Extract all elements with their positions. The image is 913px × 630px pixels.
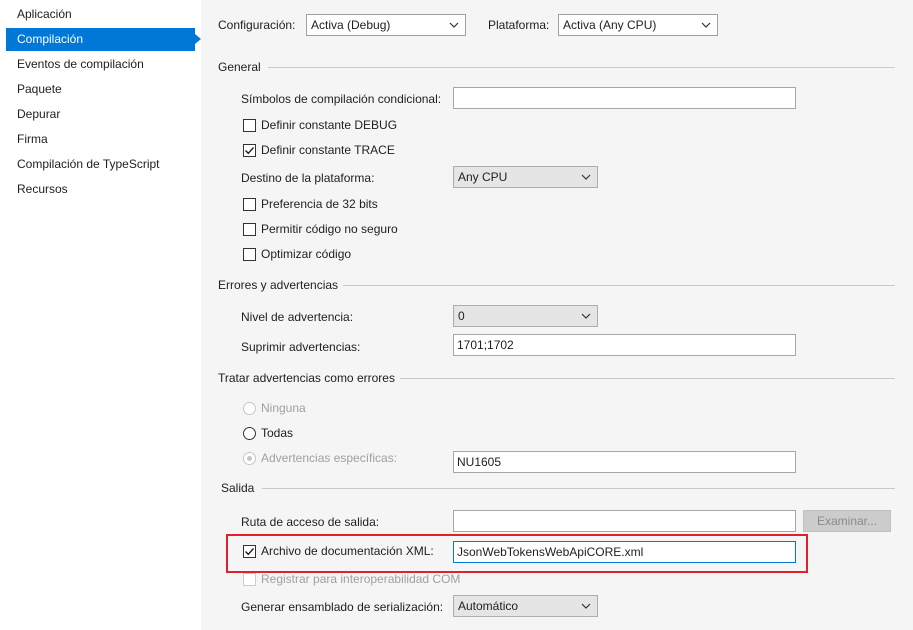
output-path-label: Ruta de acceso de salida: <box>241 515 380 529</box>
platform-label: Plataforma: <box>488 18 550 32</box>
none-radio[interactable] <box>243 402 256 415</box>
platform-value: Activa (Any CPU) <box>563 18 657 32</box>
section-output-title: Salida <box>221 481 255 495</box>
configuration-dropdown[interactable]: Activa (Debug) <box>306 14 466 36</box>
platform-target-dropdown[interactable]: Any CPU <box>453 166 598 188</box>
optimize-checkbox-label[interactable]: Optimizar código <box>261 246 351 262</box>
xml-doc-input[interactable]: JsonWebTokensWebApiCORE.xml <box>453 541 796 563</box>
suppress-warnings-label: Suprimir advertencias: <box>241 340 361 354</box>
section-divider <box>400 378 895 379</box>
sidebar-item-compilacion[interactable]: Compilación <box>6 28 201 51</box>
serialization-dropdown[interactable]: Automático <box>453 595 598 617</box>
sidebar-item-firma[interactable]: Firma <box>6 128 195 151</box>
xml-doc-label[interactable]: Archivo de documentación XML: <box>261 543 434 559</box>
sidebar: Aplicación Compilación Eventos de compil… <box>0 0 201 630</box>
serialization-value: Automático <box>458 599 519 613</box>
specific-warnings-label[interactable]: Advertencias específicas: <box>261 450 397 466</box>
sidebar-item-depurar[interactable]: Depurar <box>6 103 195 126</box>
prefer32-checkbox[interactable] <box>243 198 256 211</box>
section-general-title: General <box>218 60 261 74</box>
chevron-down-icon <box>701 22 711 28</box>
radio-dot-icon <box>247 456 252 461</box>
trace-checkbox-label[interactable]: Definir constante TRACE <box>261 142 395 158</box>
build-settings-panel: Configuración: Activa (Debug) Plataforma… <box>201 0 913 630</box>
prefer32-checkbox-label[interactable]: Preferencia de 32 bits <box>261 196 378 212</box>
checkmark-icon <box>245 147 255 155</box>
debug-checkbox-label[interactable]: Definir constante DEBUG <box>261 117 397 133</box>
specific-warnings-radio[interactable] <box>243 452 256 465</box>
serialization-label: Generar ensamblado de serialización: <box>241 600 444 614</box>
chevron-down-icon <box>581 313 591 319</box>
symbols-label: Símbolos de compilación condicional: <box>241 92 442 106</box>
sidebar-item-aplicacion[interactable]: Aplicación <box>6 3 195 26</box>
warning-level-value: 0 <box>458 309 465 323</box>
com-interop-label[interactable]: Registrar para interoperabilidad COM <box>261 571 460 587</box>
platform-target-label: Destino de la plataforma: <box>241 171 375 185</box>
none-radio-label[interactable]: Ninguna <box>261 400 306 416</box>
debug-checkbox[interactable] <box>243 119 256 132</box>
browse-button[interactable]: Examinar... <box>803 510 891 532</box>
section-divider <box>262 488 895 489</box>
all-radio[interactable] <box>243 427 256 440</box>
unsafe-code-checkbox[interactable] <box>243 223 256 236</box>
suppress-warnings-input[interactable]: 1701;1702 <box>453 334 796 356</box>
output-path-input[interactable] <box>453 510 796 532</box>
section-divider <box>268 67 895 68</box>
section-errors-title: Errores y advertencias <box>218 278 339 292</box>
unsafe-code-checkbox-label[interactable]: Permitir código no seguro <box>261 221 398 237</box>
trace-checkbox[interactable] <box>243 144 256 157</box>
chevron-down-icon <box>449 22 459 28</box>
platform-dropdown[interactable]: Activa (Any CPU) <box>558 14 718 36</box>
warning-level-label: Nivel de advertencia: <box>241 310 354 324</box>
checkmark-icon <box>245 548 255 556</box>
warning-level-dropdown[interactable]: 0 <box>453 305 598 327</box>
platform-target-value: Any CPU <box>458 170 508 184</box>
section-treat-title: Tratar advertencias como errores <box>218 371 395 385</box>
all-radio-label[interactable]: Todas <box>261 425 293 441</box>
sidebar-item-eventos-de-compilacion[interactable]: Eventos de compilación <box>6 53 195 76</box>
optimize-checkbox[interactable] <box>243 248 256 261</box>
sidebar-item-typescript[interactable]: Compilación de TypeScript <box>6 153 195 176</box>
section-divider <box>343 285 895 286</box>
configuration-label: Configuración: <box>218 18 296 32</box>
symbols-input[interactable] <box>453 87 796 109</box>
configuration-value: Activa (Debug) <box>311 18 391 32</box>
specific-warnings-input[interactable]: NU1605 <box>453 451 796 473</box>
xml-doc-checkbox[interactable] <box>243 545 256 558</box>
chevron-down-icon <box>581 603 591 609</box>
chevron-down-icon <box>581 174 591 180</box>
sidebar-item-paquete[interactable]: Paquete <box>6 78 195 101</box>
sidebar-item-recursos[interactable]: Recursos <box>6 178 195 201</box>
com-interop-checkbox[interactable] <box>243 573 256 586</box>
